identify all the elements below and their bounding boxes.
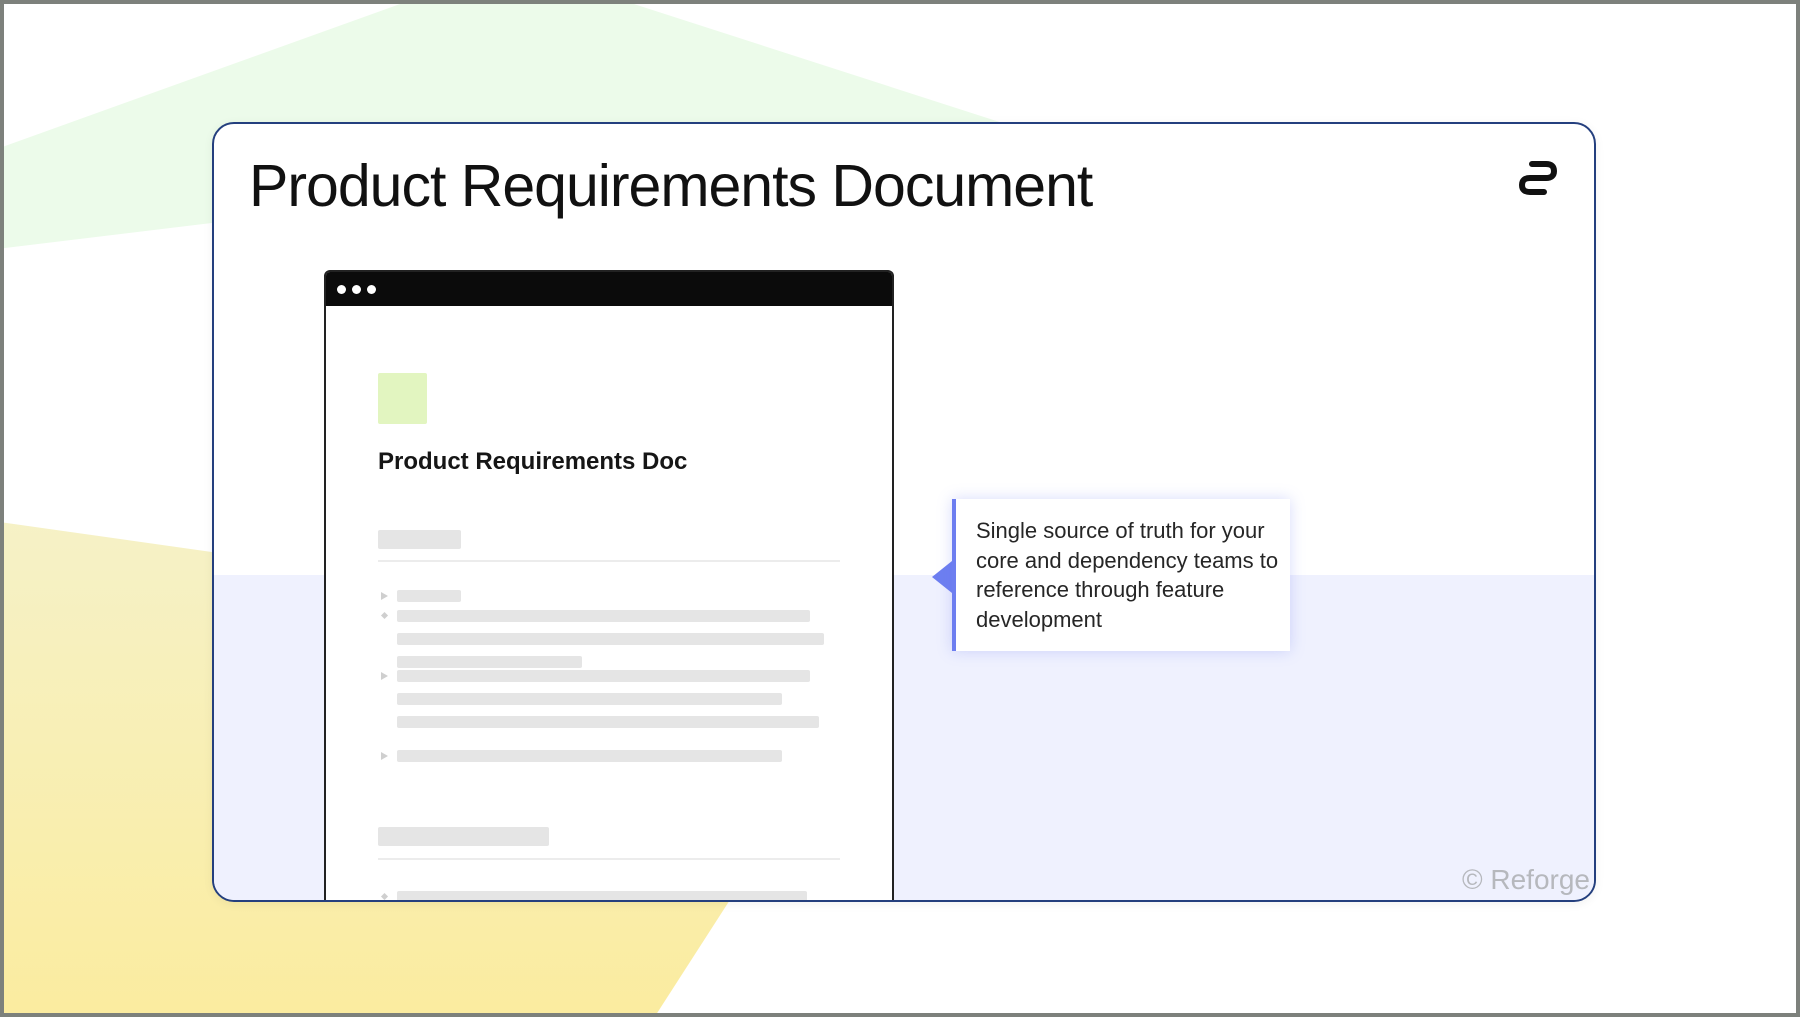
collapse-arrow-icon [381,592,388,600]
window-dots-icon [326,272,892,306]
placeholder-line [397,750,782,762]
placeholder-line [397,610,810,622]
document-mockup-window: Product Requirements Doc [324,270,894,900]
placeholder-line [397,891,807,900]
bullet-icon [380,611,389,620]
placeholder-line [397,670,810,682]
copyright-label: © Reforge [1461,864,1590,895]
slide-frame: Product Requirements Document Product Re… [0,0,1800,1017]
placeholder-line [397,590,461,602]
reforge-logo-icon [1518,161,1558,195]
bullet-icon [380,892,389,900]
collapse-arrow-icon [381,672,388,680]
callout-box: Single source of truth for your core and… [952,499,1290,651]
collapse-arrow-icon [381,752,388,760]
slide-title: Product Requirements Document [249,153,1093,219]
placeholder-line [397,693,782,705]
document-cover-swatch [378,373,427,424]
callout-text: Single source of truth for your core and… [976,518,1279,632]
placeholder-line [397,716,819,728]
placeholder-section-title [378,827,549,846]
callout-pointer [932,561,952,593]
placeholder-divider [378,560,840,562]
placeholder-divider [378,858,840,860]
placeholder-line [397,656,582,668]
slide-card: Product Requirements Document Product Re… [212,122,1596,902]
document-heading: Product Requirements Doc [378,448,688,475]
placeholder-line [397,633,824,645]
placeholder-section-title [378,530,461,549]
